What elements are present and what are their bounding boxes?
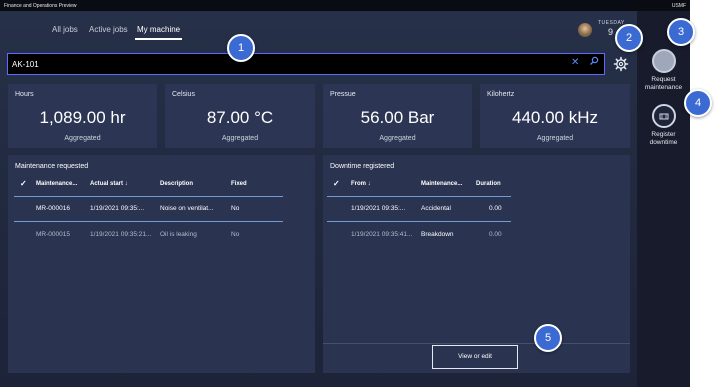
metric-aggregation: Aggregated: [379, 135, 416, 142]
metric-card-pressure: Pressue 56.00 Bar Aggregated: [323, 84, 472, 148]
table-cell: 0.00: [489, 231, 502, 238]
title-bar: Finance and Operations Preview USMF: [0, 0, 690, 11]
column-header-from[interactable]: From ↓: [351, 181, 371, 187]
request-maintenance-label: Request maintenance: [644, 76, 683, 91]
request-maintenance-action[interactable]: Request maintenance: [637, 49, 690, 92]
table-cell: 1/19/2021 09:35:...: [90, 205, 145, 212]
table-cell: 0.00: [489, 205, 502, 212]
metric-aggregation: Aggregated: [536, 135, 574, 142]
table-cell: Accidental: [421, 205, 451, 212]
metric-label: Hours: [15, 91, 34, 98]
table-cell: Noise on ventilat...: [160, 205, 214, 212]
column-header-maintenance[interactable]: Maintenance...: [36, 181, 77, 187]
panel-footer-divider: [323, 343, 630, 344]
maintenance-requested-panel: Maintenance requested: [8, 155, 315, 373]
clear-icon[interactable]: ✕: [571, 57, 579, 68]
tab-active-jobs[interactable]: Active jobs: [89, 25, 128, 34]
view-or-edit-button[interactable]: View or edit: [432, 345, 518, 369]
row-selection-line: [14, 221, 283, 222]
metric-card-kilohertz: Kilohertz 440.00 kHz Aggregated: [480, 84, 630, 148]
column-header-actual-start[interactable]: Actual start ↓: [90, 181, 128, 187]
table-cell: Oil is leaking: [160, 231, 197, 238]
metric-value: 87.00 °C: [206, 108, 274, 127]
metric-value: 56.00 Bar: [360, 108, 435, 127]
machine-search-box: ✕: [7, 53, 605, 75]
table-cell: No: [231, 205, 240, 212]
callout-3: 3: [667, 18, 695, 46]
machine-search-input[interactable]: [12, 58, 552, 70]
column-header-duration[interactable]: Duration: [476, 181, 501, 187]
tab-my-machine[interactable]: My machine: [134, 25, 183, 40]
register-downtime-icon[interactable]: [651, 104, 676, 128]
panel-title: Maintenance requested: [15, 163, 89, 170]
metric-card-hours: Hours 1,089.00 hr Aggregated: [8, 84, 157, 148]
table-cell[interactable]: MR-000016: [36, 205, 70, 212]
settings-gear-icon[interactable]: [613, 56, 629, 72]
callout-1: 1: [227, 34, 255, 62]
metric-label: Pressue: [330, 91, 356, 98]
request-maintenance-icon[interactable]: [651, 49, 676, 73]
table-cell: Breakdown: [421, 231, 454, 238]
table-cell[interactable]: MR-000015: [36, 231, 70, 238]
register-downtime-action[interactable]: Register downtime: [637, 104, 690, 147]
row-selection-line: [327, 221, 511, 222]
row-selection-line: [327, 196, 511, 197]
row-selection-line: [14, 196, 283, 197]
metric-value: 1,089.00 hr: [39, 108, 126, 127]
callout-2: 2: [615, 24, 643, 52]
metric-value: 440.00 kHz: [512, 108, 598, 127]
day-value: 9: [608, 27, 614, 37]
window-title: Finance and Operations Preview: [4, 3, 77, 9]
metric-aggregation: Aggregated: [64, 135, 101, 142]
metric-label: Celsius: [172, 91, 195, 98]
downtime-registered-panel: Downtime registered: [323, 155, 630, 373]
column-header-maintenance-type[interactable]: Maintenance...: [421, 181, 462, 187]
metric-aggregation: Aggregated: [221, 135, 259, 142]
column-header-fixed[interactable]: Fixed: [231, 181, 247, 187]
table-cell: No: [231, 231, 240, 238]
callout-4: 4: [684, 89, 712, 117]
app-window: Finance and Operations Preview USMF All …: [0, 0, 690, 387]
panel-title: Downtime registered: [330, 163, 395, 170]
metric-label: Kilohertz: [487, 91, 515, 98]
table-cell[interactable]: 1/19/2021 09:35:41...: [351, 231, 412, 238]
avatar[interactable]: [578, 23, 592, 37]
select-all-checkmark-icon[interactable]: ✓: [20, 179, 27, 188]
search-icon[interactable]: [589, 56, 599, 69]
table-cell: 1/19/2021 09:35:21...: [90, 231, 152, 238]
metric-card-celsius: Celsius 87.00 °C Aggregated: [165, 84, 315, 148]
column-header-description[interactable]: Description: [160, 181, 193, 187]
table-cell[interactable]: 1/19/2021 09:35:...: [351, 205, 405, 212]
callout-5: 5: [534, 324, 562, 352]
tab-all-jobs[interactable]: All jobs: [52, 25, 78, 34]
register-downtime-label: Register downtime: [649, 131, 678, 146]
select-all-checkmark-icon[interactable]: ✓: [333, 179, 340, 188]
company-label: USMF: [671, 3, 686, 9]
